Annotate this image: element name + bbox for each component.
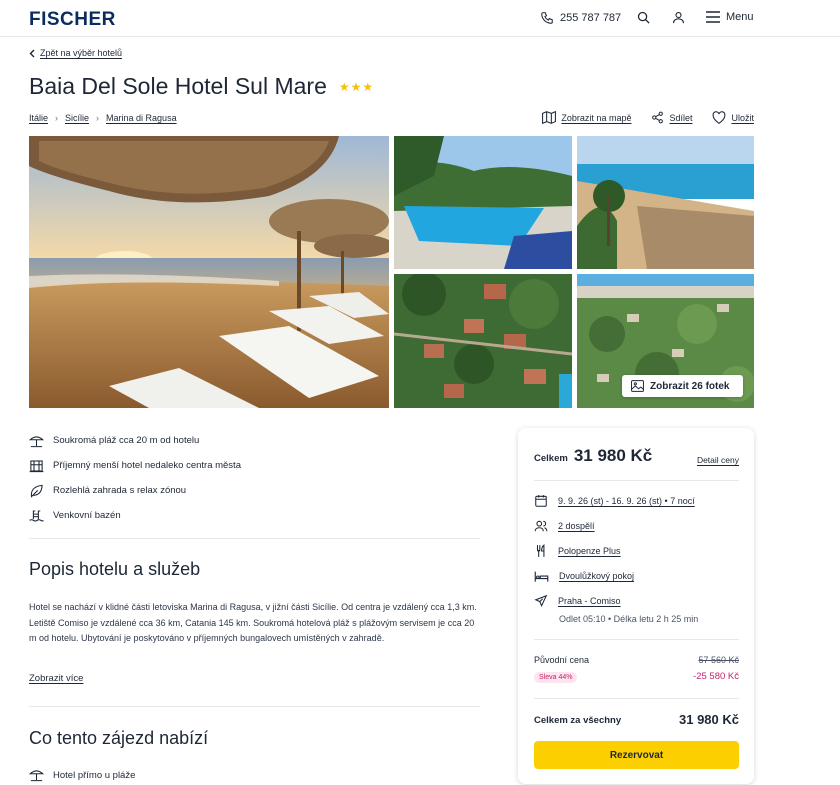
pool-icon [29,509,44,523]
board-value: Polopenze Plus [558,546,621,556]
user-icon[interactable] [671,10,687,26]
hotel-description: Hotel se nachází v klidné části letovisk… [29,602,477,643]
leaf-icon [29,484,44,498]
board-row[interactable]: Polopenze Plus [534,544,621,558]
original-price-label: Původní cena [534,655,590,665]
list-item: Příjemný menší hotel nedaleko centra měs… [29,453,241,478]
share-button[interactable]: Sdílet [651,111,692,124]
list-item: Rozlehlá zahrada s relax zónou [29,478,241,503]
hotel-title-row: Baia Del Sole Hotel Sul Mare ★★★ [29,73,374,100]
room-row[interactable]: Dvoulůžkový pokoj [534,569,634,583]
feature-text: Rozlehlá zahrada s relax zónou [53,485,187,496]
phone-number: 255 787 787 [560,12,622,24]
building-icon [29,459,44,473]
phone-icon [540,11,554,25]
total-price: Celkem 31 980 Kč [534,446,652,466]
search-icon[interactable] [636,10,652,26]
divider [534,639,739,640]
back-link-label: Zpět na výběr hotelů [40,48,123,58]
heart-icon [712,111,726,124]
offer-heading: Co tento zájezd nabízí [29,728,209,748]
dates-value: 9. 9. 26 (st) - 16. 9. 26 (st) • 7 nocí [558,496,695,506]
users-icon [534,519,548,533]
map-icon [542,111,557,124]
beach-umbrella-icon [29,768,44,782]
offer-item-text: Hotel přímo u pláže [53,769,136,781]
menu-icon [706,11,720,23]
total-value: 31 980 Kč [573,446,653,465]
bed-icon [534,569,549,583]
flight-value: Praha - Comiso [558,596,621,606]
dates-row[interactable]: 9. 9. 26 (st) - 16. 9. 26 (st) • 7 nocí [534,494,695,508]
show-on-map-button[interactable]: Zobrazit na mapě [542,111,631,124]
share-label: Sdílet [669,112,693,123]
discount-value: -25 580 Kč [693,671,739,682]
divider [29,706,480,707]
calendar-icon [534,494,548,508]
divider [29,538,480,539]
feature-text: Příjemný menší hotel nedaleko centra měs… [53,460,241,471]
breadcrumb-city[interactable]: Marina di Ragusa [106,113,177,123]
discount-badge: Sleva 44% [534,672,578,683]
chevron-right-icon: › [96,113,100,123]
persons-row[interactable]: 2 dospělí [534,519,595,533]
save-label: Uložit [731,112,754,123]
beach-umbrella-icon [29,434,44,448]
photo-bungalows-aerial[interactable] [394,274,572,408]
flight-info: Odlet 05:10 • Délka letu 2 h 25 min [559,614,699,624]
original-price-value: 57 560 Kč [698,655,739,665]
show-all-photos-button[interactable]: Zobrazit 26 fotek [622,375,743,397]
divider [534,698,739,699]
list-item: Venkovní bazén [29,503,241,528]
reserve-button[interactable]: Rezervovat [534,741,739,769]
description-heading: Popis hotelu a služeb [29,559,201,579]
list-item: Soukromá pláž cca 20 m od hotelu [29,428,241,453]
save-button[interactable]: Uložit [712,111,754,124]
hotel-name: Baia Del Sole Hotel Sul Mare [29,73,327,99]
booking-summary-card: Celkem 31 980 Kč Detail ceny 9. 9. 26 (s… [518,428,754,784]
share-icon [651,111,664,124]
cutlery-icon [534,544,548,558]
breadcrumb-region[interactable]: Sicílie [65,113,89,123]
photo-gallery [29,136,754,408]
total-all-value: 31 980 Kč [679,712,739,727]
top-navigation-bar: FISCHER 255 787 787 Menu [0,0,840,37]
persons-value: 2 dospělí [558,521,595,531]
divider [534,480,739,481]
phone-link[interactable]: 255 787 787 [540,11,621,25]
show-on-map-label: Zobrazit na mapě [561,112,632,123]
photo-pool[interactable] [394,136,572,269]
fischer-logo[interactable]: FISCHER [29,9,116,31]
show-photos-label: Zobrazit 26 fotek [650,380,730,392]
hotel-actions: Zobrazit na mapě Sdílet Uložit [542,111,754,124]
show-more-link[interactable]: Zobrazit více [29,673,83,684]
star-rating: ★★★ [338,79,375,94]
breadcrumb-country[interactable]: Itálie [29,113,48,123]
feature-text: Venkovní bazén [53,510,121,521]
total-all-label: Celkem za všechny [534,715,622,726]
menu-label: Menu [726,11,754,23]
main-photo-beach-umbrellas[interactable] [29,136,389,408]
chevron-left-icon [29,49,35,58]
hotel-features-list: Soukromá pláž cca 20 m od hotelu Příjemn… [29,428,241,528]
price-detail-link[interactable]: Detail ceny [697,455,739,465]
list-item: Hotel přímo u pláže [29,768,135,782]
chevron-right-icon: › [55,113,59,123]
image-icon [631,380,644,392]
breadcrumb: Itálie › Sicílie › Marina di Ragusa [29,113,177,123]
total-label: Celkem [534,453,568,464]
back-to-hotels-link[interactable]: Zpět na výběr hotelů [29,48,122,58]
flight-row[interactable]: Praha - Comiso [534,594,621,608]
photo-beach-aerial[interactable] [577,136,754,269]
menu-button[interactable]: Menu [706,11,754,23]
room-value: Dvoulůžkový pokoj [559,571,635,581]
feature-text: Soukromá pláž cca 20 m od hotelu [53,435,200,446]
plane-icon [534,594,548,608]
